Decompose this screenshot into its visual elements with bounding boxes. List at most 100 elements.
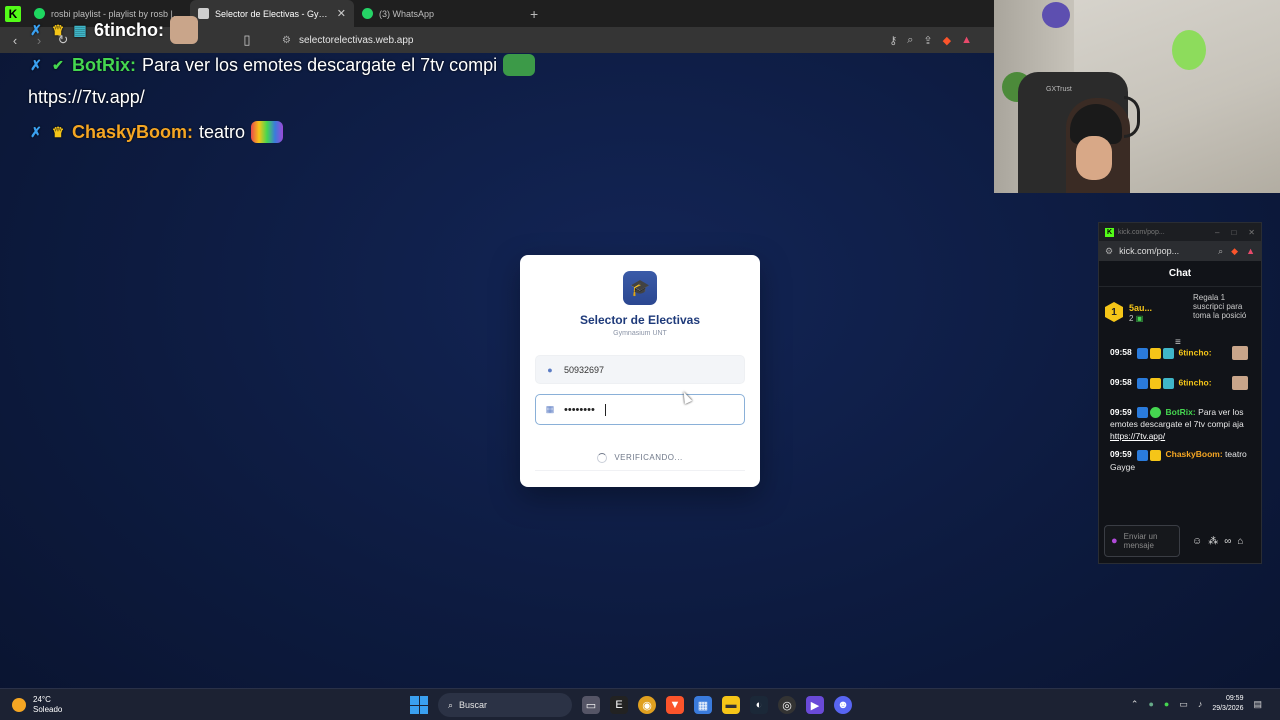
popup-window-title: kick.com/pop... [1118,228,1165,236]
obs-icon[interactable]: ◎ [778,696,796,714]
infinity-icon[interactable]: ∞ [1224,536,1231,547]
chat-link[interactable]: https://7tv.app/ [1110,431,1165,441]
brave-icon[interactable]: ▼ [666,696,684,714]
zoom-icon[interactable]: ⌕ [1218,246,1223,257]
user-icon: ● [547,364,553,375]
task-view-icon[interactable]: ▭ [582,696,600,714]
store-icon[interactable]: ▦ [694,696,712,714]
temperature: 24°C [33,695,51,704]
chat-username[interactable]: BotRix: [1166,407,1196,417]
address-bar[interactable]: ⚙ selectorelectivas.web.app ⚷ ⌕ ⇪ ◆ ▲ [274,30,986,50]
volume-icon[interactable]: ♪ [1198,699,1203,709]
webcam-feed: GXTrust [994,0,1280,193]
overlay-message: https://7tv.app/ [28,87,145,107]
chrome-icon[interactable]: ◉ [638,696,656,714]
site-info-icon[interactable]: ⚙ [282,35,291,46]
page-title: Selector de Electivas [579,313,701,327]
microphone-icon[interactable]: ● [1164,699,1169,709]
search-placeholder: Buscar [459,700,488,710]
chat-timestamp: 09:59 [1110,407,1132,417]
chat-input-placeholder: Enviar un mensaje [1123,532,1158,550]
gift-leaderboard[interactable]: 1 5au... 2 ▣ Regala 1 suscripci para tom… [1099,287,1261,348]
share-icon[interactable]: ⇪ [923,34,932,47]
microphone-icon[interactable]: ● [1111,535,1118,547]
password-value: •••••••• [564,403,595,416]
emote-badge-icon [1163,377,1175,389]
overlay-message: Para ver los emotes descargate el 7tv co… [142,54,498,75]
emote-image [1231,376,1248,390]
network-icon[interactable]: ▭ [1179,699,1188,710]
graduation-cap-icon: 🎓 [623,271,657,305]
discord-icon[interactable]: ☻ [834,696,852,714]
new-tab-icon[interactable]: + [518,6,550,22]
emote-image [1231,346,1248,360]
search-icon: ⌕ [448,699,454,710]
chat-username[interactable]: ChaskyBoom: [1166,449,1223,459]
site-info-icon[interactable]: ⚙ [1105,246,1113,257]
overlay-chat-line: https://7tv.app/ [28,87,145,108]
app-icon[interactable]: ▶ [806,696,824,714]
tray-app-icon[interactable]: ● [1148,699,1153,709]
chevron-up-icon[interactable]: ⌃ [1131,699,1139,710]
popup-address-bar[interactable]: ⚙ kick.com/pop... ⌕ ◆ ▲ [1099,241,1261,261]
chat-input[interactable]: ● Enviar un mensaje [1104,525,1180,557]
collapse-menu-icon[interactable]: ≡ [1175,337,1181,348]
maximize-icon[interactable]: □ [1231,228,1236,237]
close-icon[interactable]: ✕ [1248,228,1255,237]
emoji-icon[interactable]: ☺ [1192,536,1202,547]
brave-rewards-icon[interactable]: ▲ [1246,246,1255,257]
zoom-icon[interactable]: ⌕ [907,34,913,47]
file-explorer-icon[interactable]: ▬ [722,696,740,714]
moderator-icon [1137,449,1149,461]
rank-badge: 1 [1105,302,1123,322]
chat-username[interactable]: 6tincho: [1179,377,1212,387]
windows-start-icon[interactable] [410,696,428,714]
chat-username[interactable]: 6tincho: [1179,347,1212,357]
chat-message: 09:59 BotRix: Para ver los emotes descar… [1099,403,1261,445]
tab-title: (3) WhatsApp [379,8,435,19]
weather-condition: Soleado [33,705,63,714]
minimize-icon[interactable]: – [1215,228,1219,237]
overlay-message: teatro [199,121,246,142]
loading-spinner-icon [597,452,608,463]
verified-icon: ✔ [52,56,64,73]
text-caret [604,403,606,416]
moderator-sword-icon: ✗ [30,56,42,73]
close-tab-icon[interactable]: ✕ [337,7,346,20]
popup-chat-window: K kick.com/pop... – □ ✕ ⚙ kick.com/pop..… [1098,222,1262,564]
tab-selector-electivas[interactable]: Selector de Electivas - Gymnasium UNT ✕ [190,0,354,27]
clock[interactable]: 09:59 29/3/2026 [1212,694,1243,714]
steam-icon[interactable]: ◐ [750,696,768,714]
crown-icon [1150,377,1162,389]
moderator-icon [1137,407,1149,419]
crown-icon [1150,449,1162,461]
tab-whatsapp[interactable]: (3) WhatsApp [354,0,518,27]
emote-badge-icon: ▦ [73,21,87,38]
chat-timestamp: 09:58 [1110,347,1132,358]
moderator-icon [1137,377,1149,389]
password-key-icon[interactable]: ⚷ [889,34,897,47]
system-tray: ⌃ ● ● ▭ ♪ 09:59 29/3/2026 ▤ [1131,694,1262,714]
back-icon[interactable]: ‹ [8,33,22,48]
store-icon[interactable]: ⌂ [1237,536,1243,547]
taskbar-search[interactable]: ⌕ Buscar [438,693,572,717]
notifications-icon[interactable]: ▤ [1253,699,1262,710]
bookmark-icon[interactable]: ▯ [240,32,254,48]
kick-app-icon[interactable]: K [0,0,26,27]
overlay-chat-line: ✗ ✔ BotRix: Para ver los emotes descarga… [28,54,536,76]
chat-timestamp: 09:59 [1110,449,1132,460]
brave-shield-icon[interactable]: ◆ [943,34,951,47]
brave-shield-icon[interactable]: ◆ [1231,246,1238,257]
verify-status-text: VERIFICANDO... [614,453,683,462]
chat-header: Chat [1099,261,1261,287]
password-field[interactable]: ▦ •••••••• [535,394,745,425]
verify-button[interactable]: VERIFICANDO... [535,445,745,471]
login-card: 🎓 Selector de Electivas Gymnasium UNT ● … [520,255,760,487]
clock-time: 09:59 [1225,695,1244,702]
weather-widget[interactable]: 24°C Soleado [12,695,62,715]
gift-icon[interactable]: ⁂ [1208,536,1218,547]
epic-games-icon[interactable]: E [610,696,628,714]
username-field[interactable]: ● 50932697 [535,355,745,384]
url-text: selectorelectivas.web.app [298,34,414,46]
brave-rewards-icon[interactable]: ▲ [961,34,972,46]
